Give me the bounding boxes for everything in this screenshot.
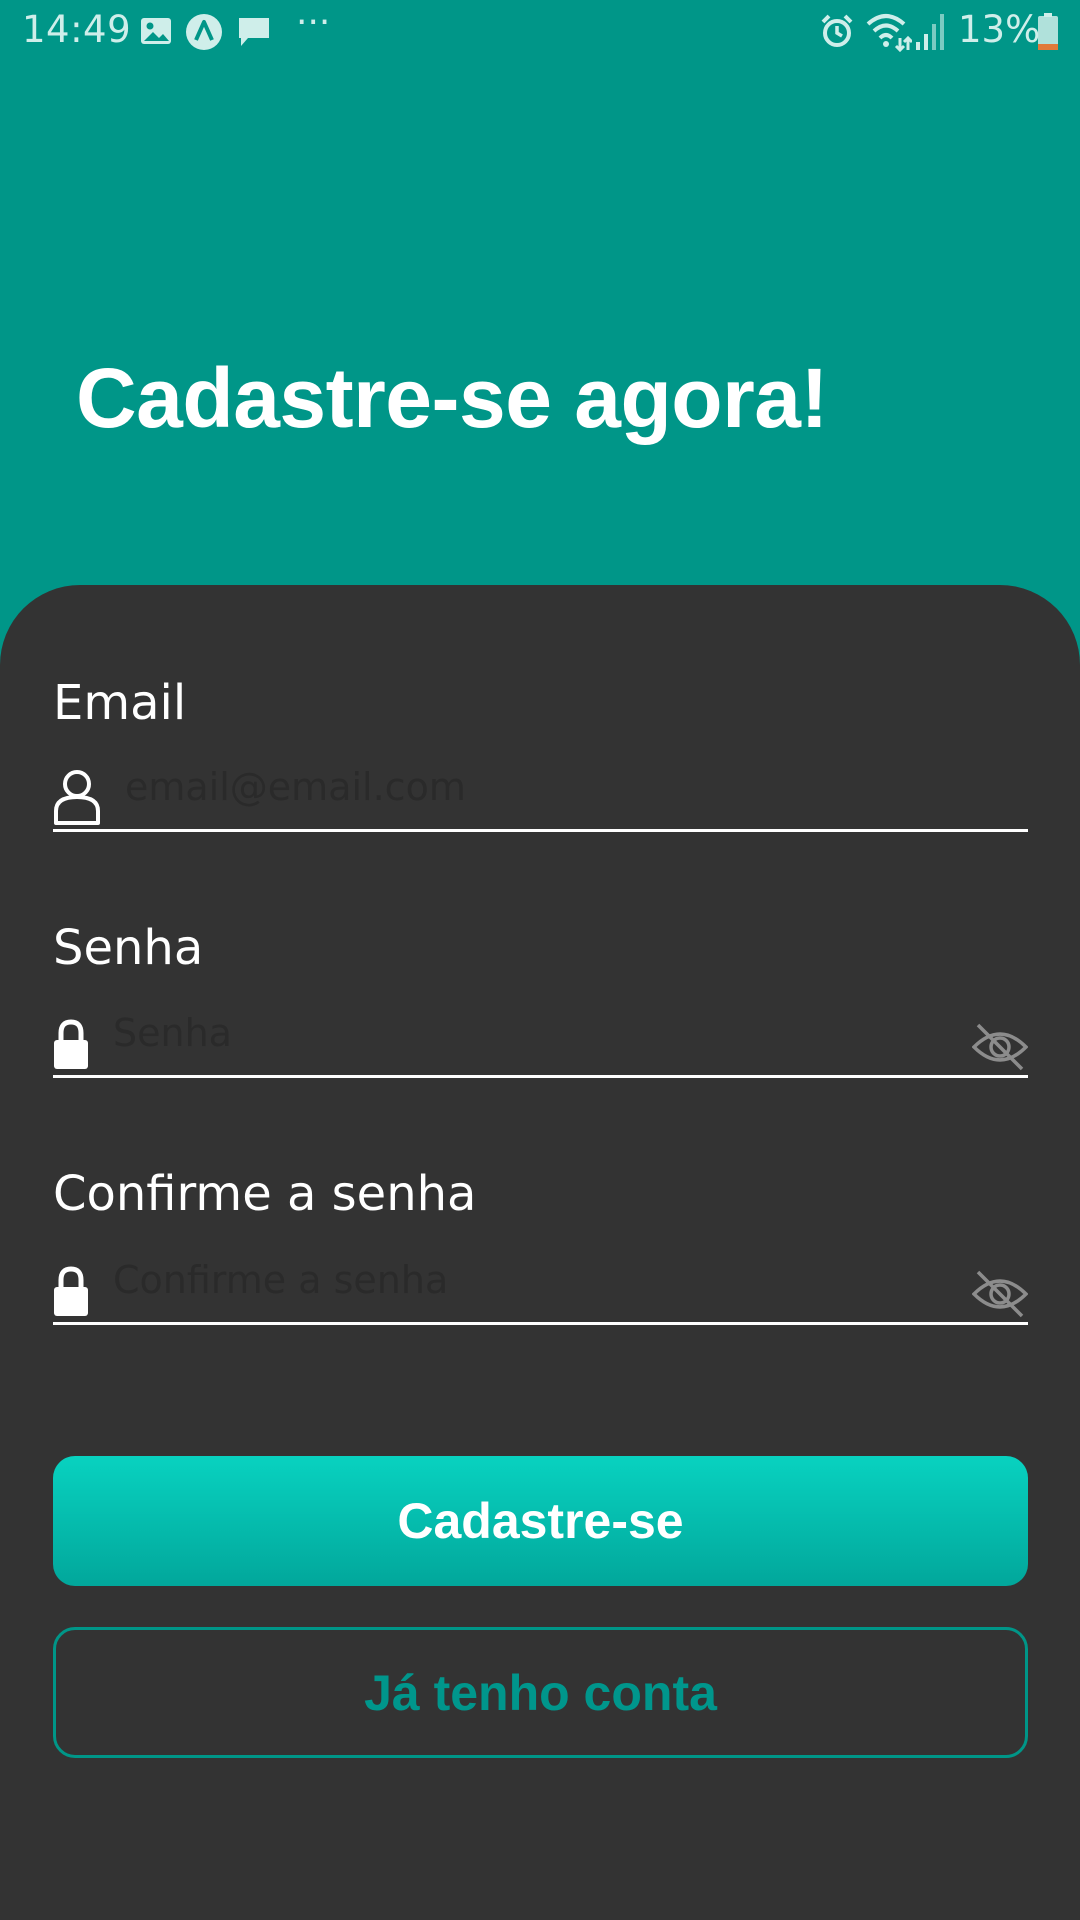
signup-button[interactable]: Cadastre-se	[53, 1456, 1028, 1586]
status-time: 14:49	[22, 8, 132, 51]
image-icon	[141, 18, 171, 44]
wifi-icon	[866, 14, 912, 52]
lock-icon	[54, 1019, 88, 1069]
eye-off-icon[interactable]	[972, 1019, 1028, 1075]
status-bar: 14:49 ··· 13%	[0, 0, 1080, 64]
email-input[interactable]	[125, 757, 905, 817]
email-field-row	[53, 757, 1028, 832]
page-title: Cadastre-se agora!	[76, 351, 828, 445]
password-label: Senha	[53, 920, 204, 976]
have-account-button[interactable]: Já tenho conta	[53, 1627, 1028, 1758]
password-field-row	[53, 1003, 1028, 1078]
navigation-icon	[186, 14, 222, 50]
password-input[interactable]	[113, 1003, 893, 1063]
alarm-icon	[821, 14, 853, 47]
battery-percent: 13%	[958, 8, 1041, 51]
confirm-password-label: Confirme a senha	[53, 1166, 477, 1222]
confirm-password-field-row	[53, 1250, 1028, 1325]
chat-icon	[239, 18, 269, 46]
battery-icon	[1038, 13, 1058, 50]
confirm-password-input[interactable]	[113, 1250, 893, 1310]
signal-icon	[916, 14, 944, 50]
email-label: Email	[53, 675, 187, 731]
more-notifications: ···	[296, 2, 331, 43]
lock-icon	[54, 1266, 88, 1316]
user-icon	[54, 770, 100, 825]
eye-off-icon[interactable]	[972, 1266, 1028, 1322]
